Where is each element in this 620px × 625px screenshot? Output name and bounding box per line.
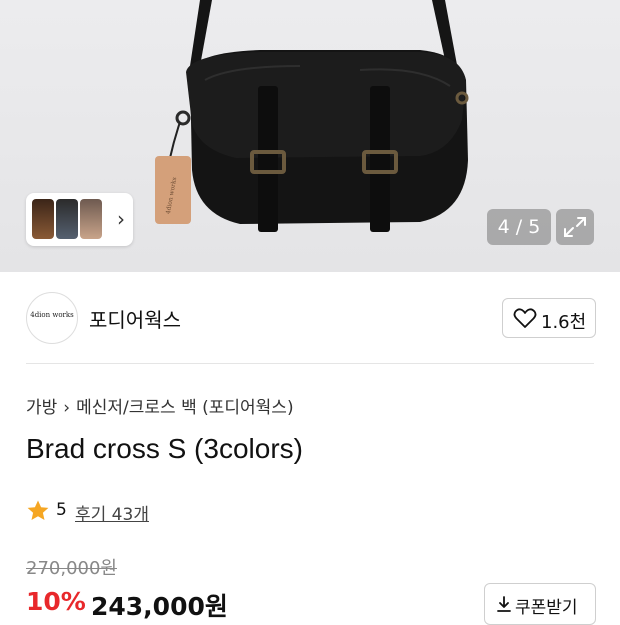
review-link[interactable]: 후기 43개 — [75, 500, 149, 525]
product-image-gallery[interactable]: 4dion works › 4 / 5 — [0, 0, 620, 272]
thumbnail-image[interactable] — [80, 199, 102, 239]
thumbnail-strip[interactable]: › — [26, 193, 133, 246]
rating-score: 5 — [56, 500, 67, 520]
coupon-label: 쿠폰받기 — [515, 598, 578, 618]
breadcrumb: 가방 › 메신저/크로스 백 (포디어웍스) — [26, 393, 294, 418]
heart-icon — [513, 308, 537, 328]
download-icon — [497, 596, 511, 612]
seller-logo[interactable]: 4dion works — [26, 292, 78, 344]
divider — [26, 363, 594, 364]
coupon-button[interactable]: 쿠폰받기 — [484, 583, 596, 625]
original-price: 270,000원 — [26, 558, 117, 579]
image-counter: 4 / 5 — [487, 209, 551, 245]
expand-button[interactable] — [556, 209, 594, 245]
expand-icon — [564, 217, 586, 237]
seller-name[interactable]: 포디어웍스 — [89, 304, 181, 333]
sale-price: 243,000원 — [91, 592, 228, 621]
chevron-right-icon[interactable]: › — [117, 207, 125, 231]
breadcrumb-item[interactable]: 가방 — [26, 398, 57, 418]
product-title: Brad cross S (3colors) — [26, 433, 303, 464]
thumbnail-image[interactable] — [32, 199, 54, 239]
like-button[interactable]: 1.6천 — [502, 298, 596, 338]
chevron-right-icon: › — [63, 398, 71, 418]
discount-rate: 10% — [26, 587, 86, 616]
seller-logo-text: 4dion works — [30, 311, 74, 319]
breadcrumb-item[interactable]: 메신저/크로스 백 (포디어웍스) — [76, 398, 293, 418]
like-count: 1.6천 — [541, 312, 587, 333]
thumbnail-image[interactable] — [56, 199, 78, 239]
star-icon — [27, 500, 49, 520]
